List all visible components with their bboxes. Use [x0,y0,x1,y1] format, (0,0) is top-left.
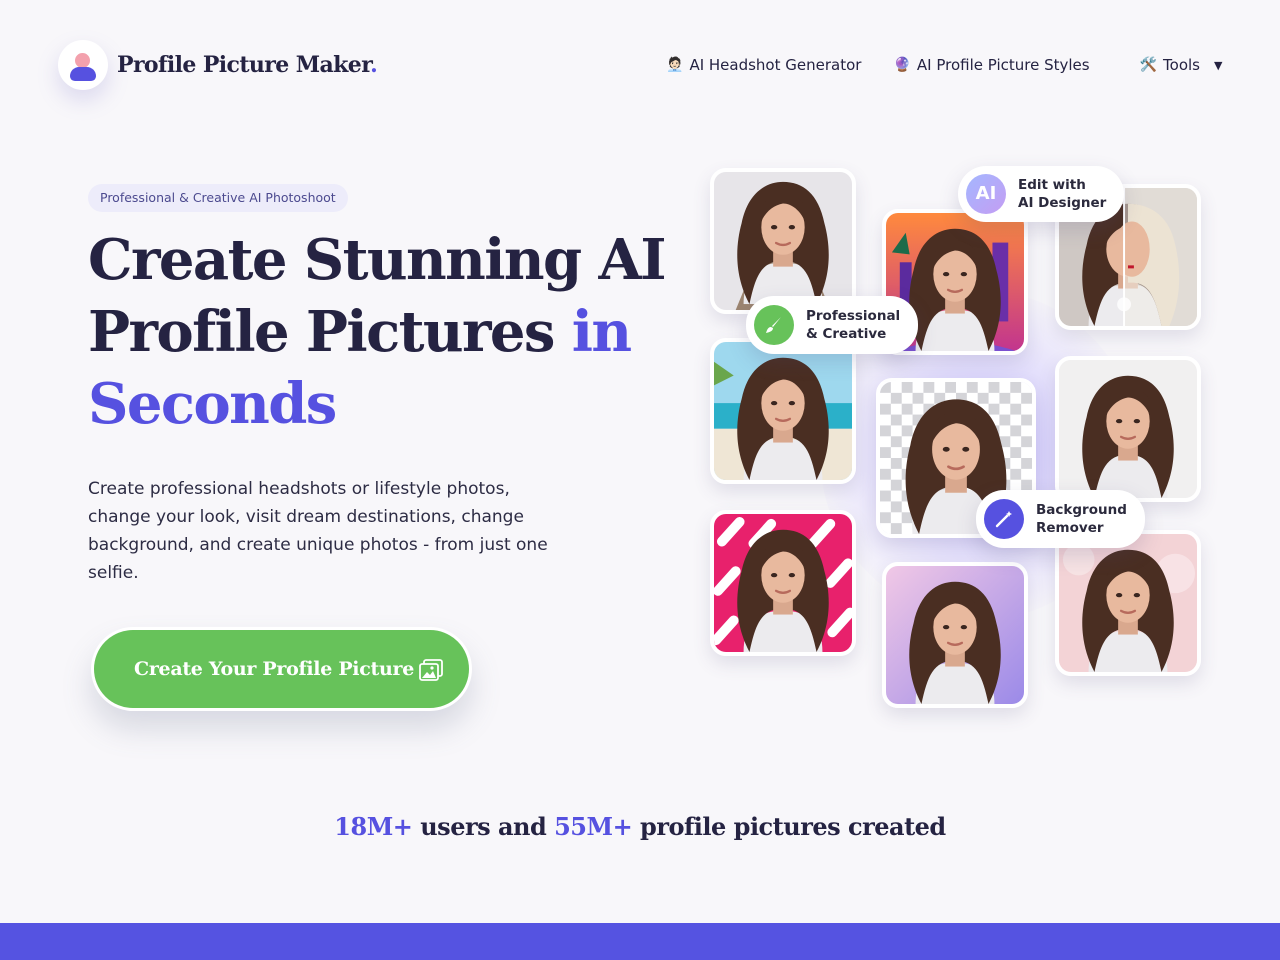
hero-badge: Professional & Creative AI Photoshoot [88,184,348,212]
nav-ai-profile-picture-styles[interactable]: 🔮 AI Profile Picture Styles [893,56,1089,74]
nav-label: AI Headshot Generator [689,56,862,74]
chevron-down-icon: ▼ [1213,58,1223,72]
tools-icon: 🛠️ [1139,57,1158,73]
pictures-count: 55M+ [554,812,633,841]
ai-designer-tag: AI Edit with AI Designer [958,166,1125,222]
profile-photo-collage: AI Edit with AI Designer Professional & Cr… [700,160,1220,720]
user-avatar-logo-icon [58,40,108,90]
nav-label: Tools [1163,56,1200,74]
background-remover-tag: Background Remover [976,490,1145,548]
hero-title: Create Stunning AI Profile Pictures in S… [88,227,667,437]
businessperson-icon: 🧑🏻‍💼 [666,57,684,73]
photo-light-background [1055,356,1201,502]
photo-beach [710,338,856,484]
professional-creative-tag: Professional & Creative [746,296,919,354]
photo-pink-bokeh [1055,530,1201,676]
ai-sparkle-icon: AI [966,174,1006,214]
magic-wand-icon [984,499,1024,539]
nav-label: AI Profile Picture Styles [916,56,1090,74]
photo-purple-gradient [882,562,1028,708]
photo-professional-blazer [710,168,856,314]
main-nav: 🧑🏻‍💼 AI Headshot Generator 🔮 AI Profile … [666,56,1222,74]
cta-label: Create Your Profile Picture [134,658,414,680]
brand-logo[interactable]: Profile Picture Maker. [58,40,378,90]
crystal-ball-icon: 🔮 [893,57,911,73]
users-count: 18M+ [334,812,413,841]
usage-stats: 18M+ users and 55M+ profile pictures cre… [334,812,946,841]
paintbrush-icon [754,305,794,345]
nav-ai-headshot-generator[interactable]: 🧑🏻‍💼 AI Headshot Generator [666,56,861,74]
nav-tools-dropdown[interactable]: 🛠️ Tools ▼ [1140,56,1223,74]
section-divider-band [0,923,1280,960]
hero-description: Create professional headshots or lifesty… [88,479,548,583]
image-icon [419,659,443,681]
photo-pink-pattern [710,510,856,656]
create-profile-picture-button[interactable]: Create Your Profile Picture [91,627,472,711]
brand-name: Profile Picture Maker. [117,52,378,78]
